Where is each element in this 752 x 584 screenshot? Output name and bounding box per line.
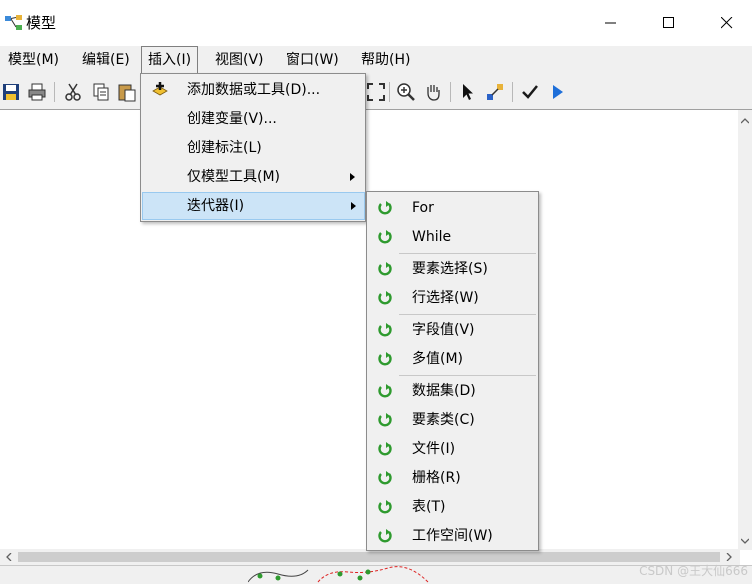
save-icon[interactable] <box>1 82 21 102</box>
full-extent-icon[interactable] <box>366 82 386 102</box>
menu-item-label: For <box>412 200 434 216</box>
select-pointer-icon[interactable] <box>458 82 478 102</box>
iterate-arrow-icon <box>378 201 392 215</box>
iterate-arrow-icon <box>378 291 392 305</box>
run-icon[interactable] <box>547 82 567 102</box>
menu-item-label: 表(T) <box>412 499 446 515</box>
maximize-icon <box>663 17 674 28</box>
horizontal-scrollbar[interactable] <box>0 549 740 565</box>
menu-item-label: 仅模型工具(M) <box>187 169 281 185</box>
menu-help[interactable]: 帮助(H) <box>355 46 416 74</box>
menu-item-iterator[interactable]: 迭代器(I) <box>142 192 365 220</box>
paste-icon[interactable] <box>117 82 137 102</box>
model-builder-icon <box>5 15 22 30</box>
menu-edit[interactable]: 编辑(E) <box>76 46 136 74</box>
validate-checkmark-icon[interactable] <box>520 82 540 102</box>
menu-item-label: 字段值(V) <box>412 322 475 338</box>
menu-item-label: 添加数据或工具(D)... <box>187 82 321 98</box>
iterator-rasters[interactable]: 栅格(R) <box>369 464 536 492</box>
iterator-feature-selection[interactable]: 要素选择(S) <box>369 255 536 283</box>
menu-item-label: 创建标注(L) <box>187 140 262 156</box>
iterator-feature-classes[interactable]: 要素类(C) <box>369 406 536 434</box>
title-bar: 模型 <box>0 0 752 46</box>
menu-item-label: 工作空间(W) <box>412 528 493 544</box>
menu-item-label: 栅格(R) <box>412 470 461 486</box>
menu-item-label: 要素类(C) <box>412 412 475 428</box>
menu-insert[interactable]: 插入(I) <box>141 46 199 74</box>
iterate-arrow-icon <box>378 442 392 456</box>
iterate-arrow-icon <box>378 262 392 276</box>
iterator-while[interactable]: While <box>369 223 536 251</box>
iterate-arrow-icon <box>378 352 392 366</box>
iterate-arrow-icon <box>378 230 392 244</box>
scroll-thumb[interactable] <box>18 552 720 562</box>
iterator-files[interactable]: 文件(I) <box>369 435 536 463</box>
menu-item-label: 要素选择(S) <box>412 261 488 277</box>
cut-icon[interactable] <box>63 82 83 102</box>
toolbar-separator <box>54 82 55 102</box>
toolbar <box>0 74 752 110</box>
iterate-arrow-icon <box>378 413 392 427</box>
copy-icon[interactable] <box>91 82 111 102</box>
maximize-button[interactable] <box>646 0 692 46</box>
print-icon[interactable] <box>27 82 47 102</box>
menu-item-label: 数据集(D) <box>412 383 476 399</box>
scroll-left-icon[interactable] <box>2 550 16 564</box>
iterate-arrow-icon <box>378 529 392 543</box>
menu-item-label: While <box>412 229 452 245</box>
watermark-text: CSDN @王大仙666 <box>639 564 748 578</box>
iterator-tables[interactable]: 表(T) <box>369 493 536 521</box>
submenu-arrow-icon <box>351 202 356 210</box>
window-title: 模型 <box>26 14 57 32</box>
menu-item-model-only-tools[interactable]: 仅模型工具(M) <box>143 163 363 191</box>
toolbar-separator <box>389 82 390 102</box>
iterator-row-selection[interactable]: 行选择(W) <box>369 284 536 312</box>
menu-item-label: 迭代器(I) <box>187 198 245 214</box>
iterator-workspaces[interactable]: 工作空间(W) <box>369 522 536 550</box>
submenu-arrow-icon <box>350 173 355 181</box>
menu-item-label: 多值(M) <box>412 351 464 367</box>
pan-icon[interactable] <box>423 82 443 102</box>
zoom-in-icon[interactable] <box>396 82 416 102</box>
menu-item-create-label[interactable]: 创建标注(L) <box>143 134 363 162</box>
menu-item-label: 创建变量(V)... <box>187 111 277 127</box>
toolbar-separator <box>450 82 451 102</box>
vertical-scrollbar[interactable] <box>738 110 752 550</box>
connect-icon[interactable] <box>485 82 505 102</box>
insert-menu: 添加数据或工具(D)... 创建变量(V)... 创建标注(L) 仅模型工具(M… <box>140 73 366 222</box>
iterator-field-value[interactable]: 字段值(V) <box>369 316 536 344</box>
minimize-icon <box>605 22 616 24</box>
menu-item-create-variable[interactable]: 创建变量(V)... <box>143 105 363 133</box>
minimize-button[interactable] <box>588 0 634 46</box>
menu-view[interactable]: 视图(V) <box>209 46 270 74</box>
add-data-icon <box>152 82 168 96</box>
iterator-submenu: For While 要素选择(S) 行选择(W) 字段值(V) 多值(M) 数据… <box>366 191 539 551</box>
menu-bar: 模型(M) 编辑(E) 插入(I) 视图(V) 窗口(W) 帮助(H) <box>0 46 752 74</box>
toolbar-separator <box>512 82 513 102</box>
menu-separator <box>399 375 536 376</box>
menu-item-add-data-or-tool[interactable]: 添加数据或工具(D)... <box>143 76 363 104</box>
iterate-arrow-icon <box>378 471 392 485</box>
menu-separator <box>399 314 536 315</box>
scroll-up-icon[interactable] <box>738 114 752 128</box>
menu-model[interactable]: 模型(M) <box>2 46 65 74</box>
iterator-datasets[interactable]: 数据集(D) <box>369 377 536 405</box>
iterate-arrow-icon <box>378 323 392 337</box>
iterator-for[interactable]: For <box>369 194 536 222</box>
close-icon <box>721 17 733 29</box>
map-thumbnail-image <box>248 566 429 583</box>
iterate-arrow-icon <box>378 384 392 398</box>
iterate-arrow-icon <box>378 500 392 514</box>
menu-item-label: 行选择(W) <box>412 290 479 306</box>
menu-separator <box>399 253 536 254</box>
close-button[interactable] <box>704 0 750 46</box>
scroll-down-icon[interactable] <box>738 534 752 548</box>
menu-window[interactable]: 窗口(W) <box>280 46 345 74</box>
iterator-multivalue[interactable]: 多值(M) <box>369 345 536 373</box>
scroll-right-icon[interactable] <box>722 550 736 564</box>
menu-item-label: 文件(I) <box>412 441 456 457</box>
